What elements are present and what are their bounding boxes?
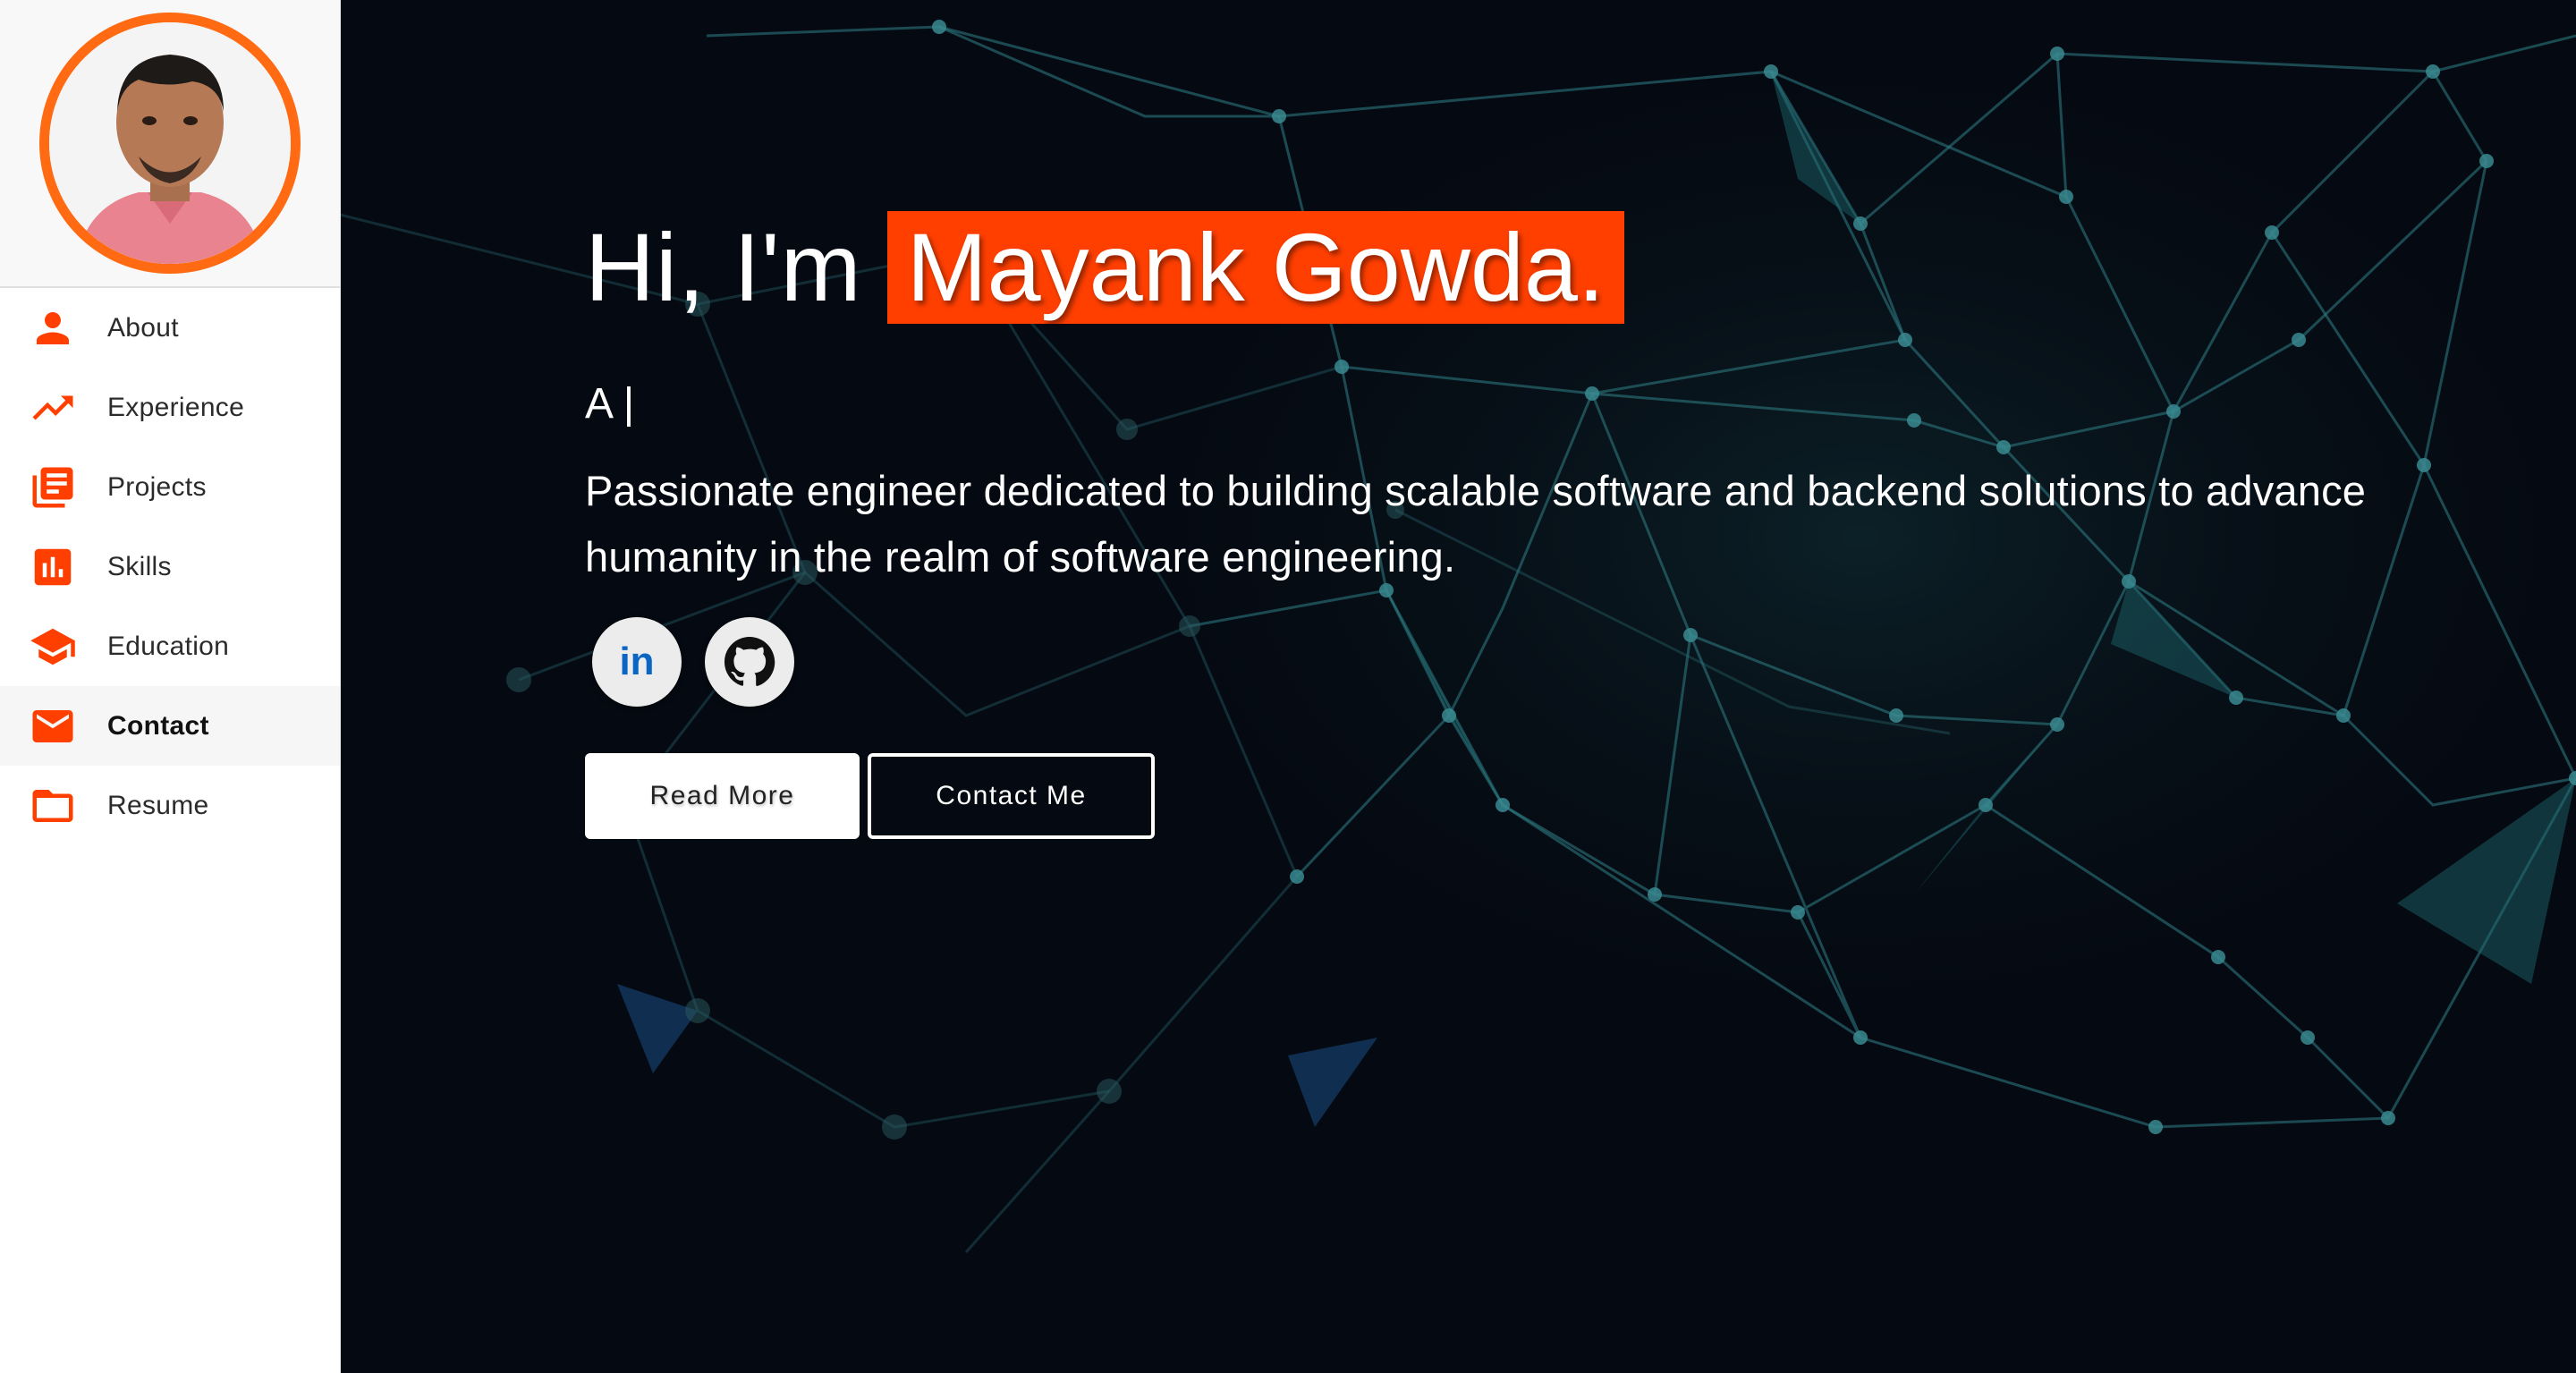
person-icon [29, 304, 77, 352]
sidebar-item-about[interactable]: About [0, 288, 340, 368]
sidebar-item-education[interactable]: Education [0, 606, 340, 686]
linkedin-link[interactable]: in [592, 617, 682, 707]
profile-photo [49, 22, 291, 264]
linkedin-icon: in [608, 633, 665, 691]
sidebar-item-label: Education [107, 631, 230, 661]
svg-text:in: in [619, 640, 654, 683]
bar-chart-icon [29, 543, 77, 591]
trending-up-icon [29, 384, 77, 432]
sidebar-item-label: Projects [107, 471, 207, 502]
profile-header [0, 0, 340, 288]
sidebar-item-contact[interactable]: Contact [0, 686, 340, 766]
typing-text: A | [585, 380, 635, 428]
sidebar-nav: About Experience Projects Skills Educati… [0, 288, 340, 845]
contact-me-button[interactable]: Contact Me [868, 753, 1155, 839]
sidebar-item-resume[interactable]: Resume [0, 766, 340, 845]
hero-content: Hi, I'm Mayank Gowda. A | Passionate eng… [585, 211, 2508, 839]
hero-headline: Hi, I'm Mayank Gowda. [585, 211, 2508, 324]
sidebar-item-label: Experience [107, 392, 245, 422]
sidebar-item-label: About [107, 312, 179, 343]
mail-icon [29, 702, 77, 750]
sidebar-item-label: Contact [107, 710, 209, 741]
hero-actions: Read More Contact Me [585, 753, 2508, 839]
library-books-icon [29, 463, 77, 512]
github-link[interactable] [705, 617, 794, 707]
github-icon [721, 633, 778, 691]
hero-tagline: Passionate engineer dedicated to buildin… [585, 467, 2367, 581]
sidebar: About Experience Projects Skills Educati… [0, 0, 341, 1373]
hero-section: Hi, I'm Mayank Gowda. A | Passionate eng… [340, 0, 2576, 1373]
sidebar-item-skills[interactable]: Skills [0, 527, 340, 606]
sidebar-item-label: Skills [107, 551, 172, 581]
avatar [39, 13, 301, 274]
social-links: in [585, 617, 2508, 707]
sidebar-item-projects[interactable]: Projects [0, 447, 340, 527]
read-more-button[interactable]: Read More [585, 753, 860, 839]
name-highlight: Mayank Gowda. [886, 211, 1624, 324]
school-icon [29, 623, 77, 671]
greeting-text: Hi, I'm [585, 213, 862, 321]
sidebar-item-label: Resume [107, 790, 209, 820]
folder-icon [29, 782, 77, 830]
sidebar-item-experience[interactable]: Experience [0, 368, 340, 447]
